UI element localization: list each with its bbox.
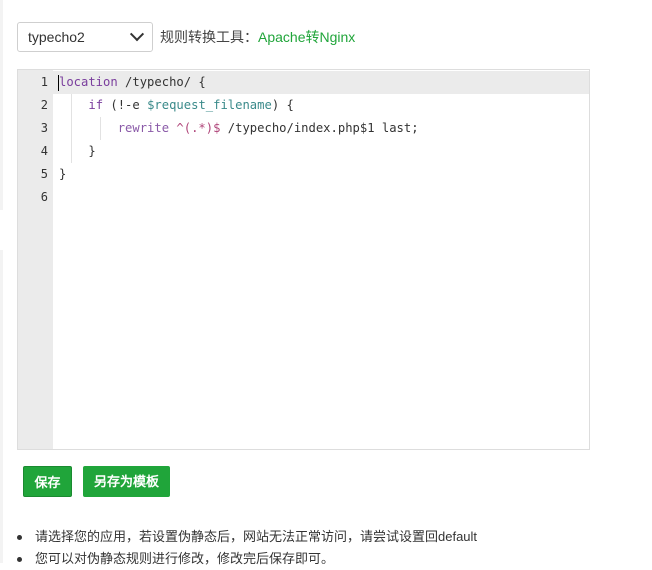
action-buttons: 保存 另存为模板 (23, 466, 181, 497)
code-line: 5} (18, 163, 589, 186)
code-token: } (59, 167, 67, 181)
line-number: 6 (40, 190, 48, 204)
code-line: 2 if (!-e $request_filename) { (18, 94, 589, 117)
line-number: 4 (40, 144, 48, 158)
code-text: } (59, 140, 96, 163)
code-token: $request_filename (147, 98, 272, 112)
code-token: } (59, 144, 96, 158)
save-button[interactable]: 保存 (23, 466, 72, 497)
text-cursor (58, 75, 59, 91)
apache-to-nginx-link[interactable]: Apache转Nginx (258, 27, 355, 47)
rule-tool-label: 规则转换工具： (160, 29, 258, 45)
left-edge-tab (0, 0, 3, 210)
code-text: rewrite ^(.*)$ /typecho/index.php$1 last… (59, 117, 419, 140)
line-number: 2 (40, 98, 48, 112)
code-line: 1 location /typecho/ { (18, 71, 589, 94)
line-number: 3 (40, 121, 48, 135)
rewrite-rule-editor[interactable]: 1 location /typecho/ {2 if (!-e $request_… (17, 69, 590, 450)
code-token: (!-e (103, 98, 148, 112)
line-number: 1 (40, 75, 48, 89)
code-token: ) { (271, 98, 294, 112)
code-line: 4 } (18, 140, 589, 163)
left-edge-tab-lower (0, 250, 3, 563)
code-token: rewrite (117, 121, 170, 135)
rewrite-toolbar: typecho2 规则转换工具： Apache转Nginx (17, 21, 355, 53)
tip-item: 您可以对伪静态规则进行修改，修改完后保存即可。 (17, 548, 477, 570)
code-text: location /typecho/ { (59, 71, 206, 94)
code-token: if (88, 98, 104, 112)
chevron-down-icon (129, 27, 145, 42)
code-token: /typecho/index.php$1 last; (220, 121, 419, 135)
code-text: if (!-e $request_filename) { (59, 94, 294, 117)
app-select[interactable]: typecho2 (17, 22, 153, 52)
code-text: } (59, 163, 66, 186)
app-select-value: typecho2 (28, 29, 85, 45)
tip-item: 请选择您的应用，若设置伪静态后，网站无法正常访问，请尝试设置回default (17, 526, 477, 548)
tips-list: 请选择您的应用，若设置伪静态后，网站无法正常访问，请尝试设置回default 您… (17, 526, 477, 570)
line-number: 5 (40, 167, 48, 181)
code-token: /typecho/ { (117, 75, 206, 89)
code-line: 3 rewrite ^(.*)$ /typecho/index.php$1 la… (18, 117, 589, 140)
code-line: 6 (18, 186, 589, 209)
code-token: location (59, 75, 118, 89)
code-token: ^(.*)$ (176, 121, 221, 135)
save-as-template-button[interactable]: 另存为模板 (83, 466, 170, 497)
